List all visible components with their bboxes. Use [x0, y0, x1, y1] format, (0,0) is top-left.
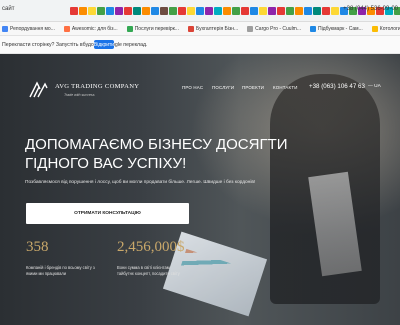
- hero-headline: ДОПОМАГАЄМО БІЗНЕСУ ДОСЯГТИ ГІДНОГО ВАС …: [25, 136, 288, 172]
- extension-icon[interactable]: [286, 7, 294, 15]
- extension-icon[interactable]: [79, 7, 87, 15]
- extension-icon[interactable]: [232, 7, 240, 15]
- stat-companies-value: 358: [26, 239, 49, 255]
- bookmark-favicon-icon: [126, 25, 133, 32]
- hero-subheadline: Позбавляємося від порушення і лоссу, щоб…: [25, 180, 256, 185]
- extension-icon[interactable]: [88, 7, 96, 15]
- extension-icon[interactable]: [241, 7, 249, 15]
- bookmark-favicon-icon: [2, 25, 8, 32]
- nav-contacts[interactable]: Контакти: [273, 85, 298, 90]
- bookmarks-bar: Репордування мо... Awesomic: для бiз... По…: [0, 22, 400, 36]
- language-label: UA: [374, 84, 381, 89]
- bookmark-favicon-icon: [247, 25, 254, 32]
- extension-icon[interactable]: [124, 7, 132, 15]
- extension-icon[interactable]: [322, 7, 330, 15]
- extension-icon[interactable]: [331, 7, 339, 15]
- extension-icon[interactable]: [268, 7, 276, 15]
- bookmark-item[interactable]: Awesomic: для бiз...: [63, 25, 118, 32]
- extension-icon[interactable]: [169, 7, 177, 15]
- extension-icon[interactable]: [142, 7, 150, 15]
- language-switch[interactable]: — UA: [368, 84, 381, 89]
- nav-services[interactable]: Послуги: [212, 85, 234, 90]
- extension-icon[interactable]: [178, 7, 186, 15]
- extension-icon[interactable]: [115, 7, 123, 15]
- hero-section: AVG TRADING COMPANY Trade with success П…: [0, 54, 400, 325]
- stat-companies-desc: Компаній і брендів по всьому світу з яки…: [26, 265, 95, 276]
- extension-icon[interactable]: [304, 7, 312, 15]
- extension-icon[interactable]: [196, 7, 204, 15]
- extension-icon[interactable]: [160, 7, 168, 15]
- translate-message: Перекласти сторiнку? Запустiть вбудован.…: [2, 42, 148, 48]
- browser-top-bar: сайт +38 (044) 536-99-00: [0, 0, 400, 22]
- extension-icon[interactable]: [259, 7, 267, 15]
- extension-icon[interactable]: [151, 7, 159, 15]
- url-fragment: сайт: [2, 6, 15, 12]
- bookmark-label: Пiдбукмарк - Сам...: [318, 25, 363, 32]
- extension-icon[interactable]: [313, 7, 321, 15]
- header-phone[interactable]: +38 (063) 106 47 63: [309, 83, 365, 90]
- bookmark-favicon-icon: [371, 25, 378, 32]
- nav-about[interactable]: Про нас: [182, 85, 203, 90]
- extension-icon[interactable]: [250, 7, 258, 15]
- extension-icon[interactable]: [106, 7, 114, 15]
- stat-revenue-value: 2,456,000$: [117, 239, 185, 255]
- bookmark-label: Послуги перевiрк...: [134, 25, 179, 32]
- logo-icon[interactable]: [28, 81, 48, 99]
- extension-icon[interactable]: [70, 7, 78, 15]
- bookmark-label: Cargo Pro - Cuulm...: [255, 25, 302, 32]
- bookmark-label: Awesomic: для бiз...: [71, 25, 118, 32]
- bookmark-item[interactable]: Cargo Pro - Cuulm...: [247, 25, 302, 32]
- consultation-button[interactable]: Отримати консультацію: [26, 203, 189, 224]
- extension-icon[interactable]: [295, 7, 303, 15]
- bookmark-item[interactable]: Бухгалтерія Бiзн...: [187, 25, 239, 32]
- extension-icon[interactable]: [223, 7, 231, 15]
- bookmark-favicon-icon: [310, 25, 317, 32]
- extension-icon[interactable]: [187, 7, 195, 15]
- bookmark-label: Бухгалтерія Бiзн...: [195, 25, 239, 32]
- bookmark-item[interactable]: Пiдбукмарк - Сам...: [310, 25, 363, 32]
- extension-icon[interactable]: [205, 7, 213, 15]
- extension-icon[interactable]: [133, 7, 141, 15]
- nav-projects[interactable]: Проекти: [242, 85, 264, 90]
- extension-icon[interactable]: [277, 7, 285, 15]
- bookmark-item[interactable]: Котологи на варк...: [371, 25, 400, 32]
- translate-bar: Перекласти сторiнку? Запустiть вбудован.…: [0, 36, 400, 54]
- browser-phone-text: +38 (044) 536-99-00: [343, 6, 398, 12]
- bookmark-favicon-icon: [187, 25, 194, 32]
- logo-tagline: Trade with success: [64, 93, 95, 97]
- logo-title[interactable]: AVG TRADING COMPANY: [55, 83, 139, 90]
- stat-revenue-desc: Вони сумма в світі клієнтам тайбутнє кон…: [117, 265, 180, 276]
- bookmark-label: Репордування мо...: [10, 25, 55, 32]
- bookmark-item[interactable]: Репордування мо...: [2, 25, 55, 32]
- bookmark-favicon-icon: [63, 25, 70, 32]
- extension-icon[interactable]: [97, 7, 105, 15]
- extension-icon[interactable]: [214, 7, 222, 15]
- bookmark-item[interactable]: Послуги перевiрк...: [126, 25, 179, 32]
- translate-open-button[interactable]: Вiдкрити: [94, 40, 114, 49]
- bookmark-label: Котологи на варк...: [379, 25, 400, 32]
